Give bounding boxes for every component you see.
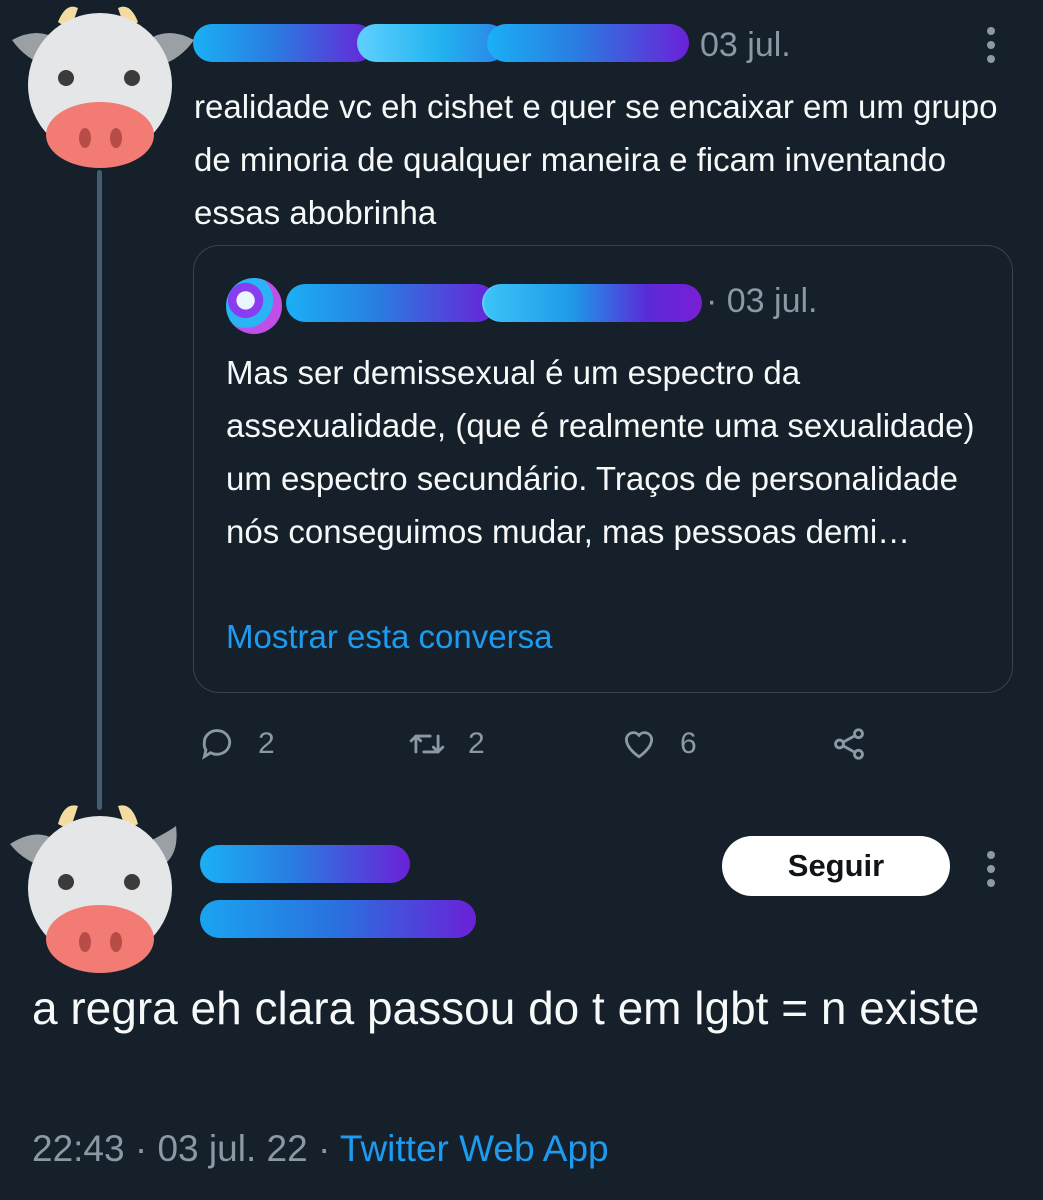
more-vertical-icon[interactable] <box>987 851 997 893</box>
quoted-avatar <box>226 278 282 334</box>
thread-line <box>97 170 102 810</box>
handle-blurred[interactable] <box>487 24 689 62</box>
share-button[interactable] <box>830 722 868 766</box>
tweet-text: realidade vc eh cishet e quer se encaixa… <box>194 88 998 231</box>
reply-icon <box>202 729 232 760</box>
like-button[interactable]: 6 <box>620 722 697 766</box>
quoted-text: Mas ser demissexual é um espectro da ass… <box>226 354 975 550</box>
tweet-date[interactable]: 03 jul. <box>700 26 791 65</box>
separator: · <box>134 1128 148 1169</box>
quoted-handle-blurred <box>484 284 702 322</box>
reply-button[interactable]: 2 <box>198 722 275 766</box>
retweet-icon <box>409 734 445 754</box>
quoted-tweet-card[interactable]: · 03 jul. Mas ser demissexual é um espec… <box>193 245 1013 693</box>
separator: · <box>317 1128 331 1169</box>
username-blurred[interactable] <box>357 24 507 62</box>
share-icon <box>834 728 864 760</box>
quoted-name-blurred <box>286 284 496 322</box>
main-handle-blurred[interactable] <box>200 900 476 938</box>
cow-avatar[interactable] <box>8 0 198 180</box>
cow-avatar[interactable] <box>8 796 198 981</box>
like-count: 6 <box>680 727 697 760</box>
source-app-link[interactable]: Twitter Web App <box>340 1128 609 1169</box>
quoted-date: · 03 jul. <box>706 282 818 320</box>
follow-button[interactable]: Seguir <box>722 836 950 896</box>
heart-icon <box>624 731 654 759</box>
retweet-button[interactable]: 2 <box>408 722 485 766</box>
tweet-time[interactable]: 22:43 <box>32 1128 125 1169</box>
tweet-full-date[interactable]: 03 jul. 22 <box>157 1128 307 1169</box>
retweet-count: 2 <box>468 727 485 760</box>
more-vertical-icon[interactable] <box>987 27 997 69</box>
main-display-name-blurred[interactable] <box>200 845 410 883</box>
reply-count: 2 <box>258 727 275 760</box>
show-conversation-link[interactable]: Mostrar esta conversa <box>226 618 552 656</box>
display-name-blurred[interactable] <box>193 24 375 62</box>
main-tweet-text: a regra eh clara passou do t em lgbt = n… <box>32 982 980 1034</box>
tweet-meta: 22:43 · 03 jul. 22 · Twitter Web App <box>32 1128 609 1170</box>
